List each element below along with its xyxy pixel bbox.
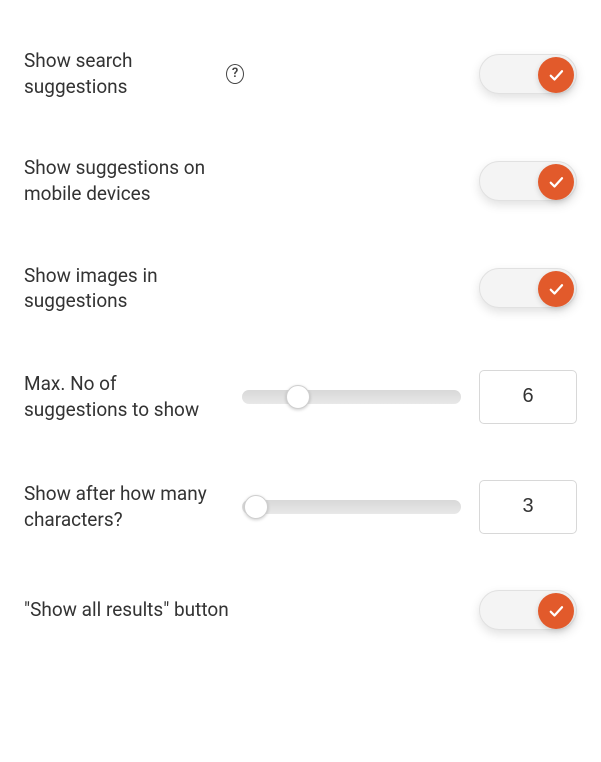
setting-row-show-all-results: "Show all results" button bbox=[24, 562, 577, 658]
label-text: Show suggestions on mobile devices bbox=[24, 155, 244, 206]
setting-row-show-search-suggestions: Show search suggestions ? bbox=[24, 20, 577, 127]
slider-knob bbox=[286, 385, 310, 409]
setting-row-show-on-mobile: Show suggestions on mobile devices bbox=[24, 127, 577, 234]
toggle-show-images[interactable] bbox=[479, 268, 577, 308]
setting-label: Show suggestions on mobile devices bbox=[24, 155, 244, 206]
input-min-chars[interactable] bbox=[479, 480, 577, 534]
check-icon bbox=[547, 173, 565, 191]
label-text: Show images in suggestions bbox=[24, 263, 244, 314]
setting-row-min-chars: Show after how many characters? bbox=[24, 452, 577, 562]
setting-label: Show search suggestions ? bbox=[24, 48, 244, 99]
setting-label: Show images in suggestions bbox=[24, 263, 244, 314]
setting-label: Max. No of suggestions to show bbox=[24, 371, 224, 422]
help-icon[interactable]: ? bbox=[226, 64, 244, 84]
label-text: Max. No of suggestions to show bbox=[24, 371, 224, 422]
input-max-suggestions[interactable] bbox=[479, 370, 577, 424]
toggle-knob bbox=[538, 271, 574, 307]
slider-knob bbox=[244, 495, 268, 519]
toggle-knob bbox=[538, 57, 574, 93]
setting-row-max-suggestions: Max. No of suggestions to show bbox=[24, 342, 577, 452]
setting-label: "Show all results" button bbox=[24, 597, 229, 623]
setting-row-show-images: Show images in suggestions bbox=[24, 235, 577, 342]
setting-label: Show after how many characters? bbox=[24, 481, 224, 532]
check-icon bbox=[547, 280, 565, 298]
label-text: "Show all results" button bbox=[24, 597, 229, 623]
slider-max-suggestions[interactable] bbox=[242, 390, 461, 404]
toggle-show-search-suggestions[interactable] bbox=[479, 54, 577, 94]
toggle-knob bbox=[538, 593, 574, 629]
slider-min-chars[interactable] bbox=[242, 500, 461, 514]
toggle-knob bbox=[538, 164, 574, 200]
label-text: Show after how many characters? bbox=[24, 481, 224, 532]
check-icon bbox=[547, 602, 565, 620]
toggle-show-all-results[interactable] bbox=[479, 590, 577, 630]
check-icon bbox=[547, 66, 565, 84]
toggle-show-on-mobile[interactable] bbox=[479, 161, 577, 201]
label-text: Show search suggestions bbox=[24, 48, 216, 99]
